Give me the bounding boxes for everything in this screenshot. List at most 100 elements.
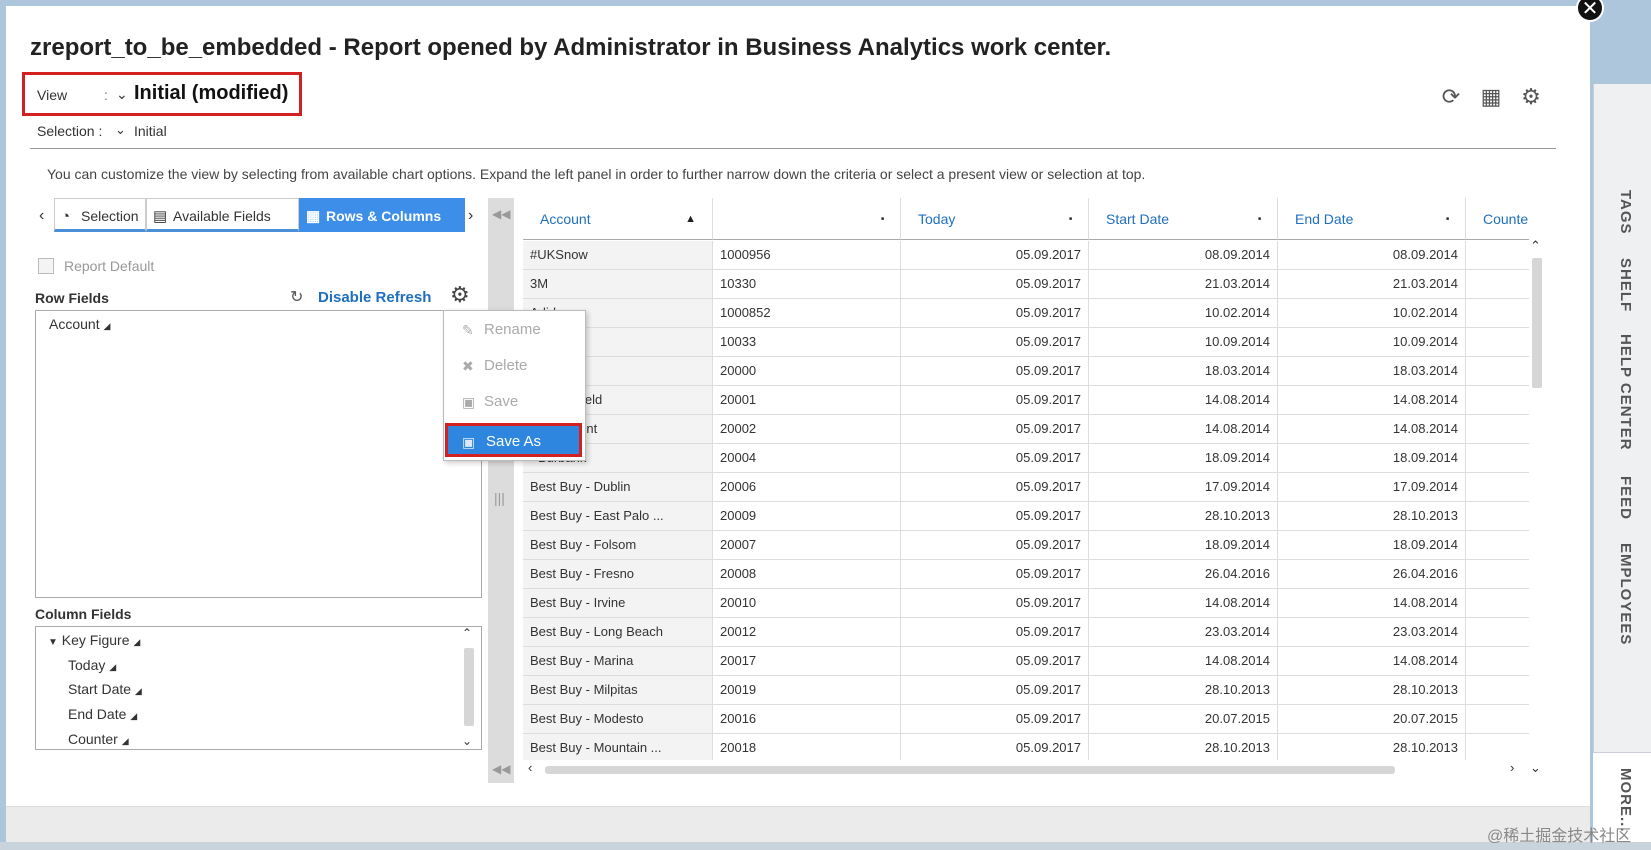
table-cell[interactable]: 20002 (713, 415, 901, 444)
rail-item-shelf[interactable]: SHELF (1617, 258, 1634, 312)
list-item[interactable]: End Date ◢ (68, 706, 137, 722)
drag-handle-icon[interactable]: ||| (494, 490, 505, 506)
table-cell[interactable]: 28.10.2013 (1089, 502, 1278, 531)
table-cell[interactable]: 18.09.2014 (1089, 444, 1278, 473)
table-cell[interactable] (1466, 705, 1529, 734)
refresh-icon[interactable]: ↻ (290, 287, 303, 307)
table-cell[interactable]: 10.02.2014 (1278, 299, 1466, 328)
table-cell[interactable]: 05.09.2017 (901, 705, 1089, 734)
table-cell[interactable] (1466, 676, 1529, 705)
menu-item-delete[interactable]: ✖ Delete (444, 349, 585, 383)
rail-item-help-center[interactable]: HELP CENTER (1617, 334, 1634, 451)
chevron-down-icon[interactable]: ⌄ (116, 86, 128, 103)
scroll-up-icon[interactable]: ⌃ (1530, 238, 1541, 254)
tab-next-icon[interactable]: › (468, 207, 473, 225)
table-icon[interactable]: ▦ (1478, 84, 1504, 110)
table-cell[interactable]: 05.09.2017 (901, 299, 1089, 328)
table-cell[interactable]: 20016 (713, 705, 901, 734)
table-cell[interactable]: Best Buy - Modesto (523, 705, 713, 734)
table-cell[interactable]: 26.04.2016 (1089, 560, 1278, 589)
disable-refresh-link[interactable]: Disable Refresh (318, 289, 431, 306)
table-cell[interactable]: 10330 (713, 270, 901, 299)
table-cell[interactable]: 20004 (713, 444, 901, 473)
table-horizontal-scrollbar[interactable] (545, 766, 1395, 774)
table-cell[interactable]: 14.08.2014 (1278, 415, 1466, 444)
table-cell[interactable]: 05.09.2017 (901, 357, 1089, 386)
table-vertical-scrollbar[interactable] (1532, 258, 1542, 388)
list-item[interactable]: Account ◢ (49, 316, 110, 332)
table-cell[interactable]: 20006 (713, 473, 901, 502)
rail-item-employees[interactable]: EMPLOYEES (1617, 543, 1634, 645)
table-cell[interactable]: 26.04.2016 (1278, 560, 1466, 589)
table-cell[interactable]: 20018 (713, 734, 901, 760)
scroll-right-icon[interactable]: › (1510, 760, 1514, 775)
table-cell[interactable]: 05.09.2017 (901, 270, 1089, 299)
table-cell[interactable]: 18.09.2014 (1089, 531, 1278, 560)
table-cell[interactable]: 05.09.2017 (901, 502, 1089, 531)
column-header[interactable]: Start Date ■ (1089, 198, 1278, 240)
tab-rows-columns[interactable]: ▦ Rows & Columns (299, 198, 465, 232)
table-cell[interactable]: 21.03.2014 (1089, 270, 1278, 299)
table-cell[interactable]: 05.09.2017 (901, 386, 1089, 415)
table-cell[interactable]: 14.08.2014 (1278, 647, 1466, 676)
selection-select[interactable]: Initial (134, 123, 167, 139)
column-menu-icon[interactable]: ■ (881, 198, 884, 240)
table-cell[interactable]: 20010 (713, 589, 901, 618)
table-cell[interactable] (1466, 473, 1529, 502)
table-cell[interactable] (1466, 386, 1529, 415)
gear-icon[interactable]: ⚙ (450, 282, 470, 308)
table-cell[interactable] (1466, 502, 1529, 531)
table-cell[interactable]: 20.07.2015 (1278, 705, 1466, 734)
table-cell[interactable]: Best Buy - Mountain ... (523, 734, 713, 760)
table-cell[interactable]: 18.03.2014 (1278, 357, 1466, 386)
table-cell[interactable]: 21.03.2014 (1278, 270, 1466, 299)
table-cell[interactable]: 23.03.2014 (1089, 618, 1278, 647)
table-cell[interactable]: 08.09.2014 (1089, 241, 1278, 270)
table-cell[interactable]: 18.09.2014 (1278, 531, 1466, 560)
table-cell[interactable]: Best Buy - Long Beach (523, 618, 713, 647)
table-cell[interactable]: 1000852 (713, 299, 901, 328)
column-fields-scrollbar[interactable] (464, 648, 474, 726)
column-menu-icon[interactable]: ■ (1446, 198, 1449, 240)
table-cell[interactable] (1466, 299, 1529, 328)
table-cell[interactable]: 14.08.2014 (1089, 589, 1278, 618)
table-cell[interactable] (1466, 444, 1529, 473)
column-header[interactable]: Counte (1466, 198, 1529, 240)
menu-item-save[interactable]: ▣ Save (444, 385, 585, 419)
scroll-down-icon[interactable]: ⌄ (462, 734, 472, 748)
table-cell[interactable]: 05.09.2017 (901, 560, 1089, 589)
refresh-icon[interactable]: ⟳ (1438, 84, 1464, 110)
report-default-checkbox[interactable] (38, 258, 54, 274)
table-cell[interactable] (1466, 415, 1529, 444)
table-cell[interactable]: 28.10.2013 (1278, 502, 1466, 531)
table-cell[interactable]: 10.09.2014 (1089, 328, 1278, 357)
table-cell[interactable]: 10.02.2014 (1089, 299, 1278, 328)
column-header[interactable]: Today ■ (901, 198, 1089, 240)
menu-item-save-as[interactable]: ▣ Save As (445, 423, 582, 457)
gear-icon[interactable]: ⚙ (1518, 84, 1544, 110)
scroll-up-icon[interactable]: ⌃ (462, 626, 472, 640)
table-cell[interactable]: 05.09.2017 (901, 618, 1089, 647)
row-fields-list[interactable] (35, 310, 482, 598)
list-item[interactable]: ▼ Key Figure ◢ (48, 632, 140, 648)
list-item[interactable]: Today ◢ (68, 657, 116, 673)
menu-item-rename[interactable]: ✎ Rename (444, 313, 585, 347)
table-cell[interactable]: 05.09.2017 (901, 241, 1089, 270)
table-cell[interactable]: Best Buy - Irvine (523, 589, 713, 618)
table-cell[interactable]: Best Buy - Marina (523, 647, 713, 676)
table-cell[interactable] (1466, 241, 1529, 270)
table-cell[interactable]: 05.09.2017 (901, 444, 1089, 473)
rail-item-tags[interactable]: TAGS (1617, 190, 1634, 235)
table-cell[interactable]: Best Buy - Milpitas (523, 676, 713, 705)
table-cell[interactable]: Best Buy - East Palo ... (523, 502, 713, 531)
table-cell[interactable]: 18.03.2014 (1089, 357, 1278, 386)
table-cell[interactable] (1466, 647, 1529, 676)
table-cell[interactable]: Best Buy - Fresno (523, 560, 713, 589)
table-cell[interactable]: 20012 (713, 618, 901, 647)
table-cell[interactable]: 14.08.2014 (1089, 415, 1278, 444)
table-cell[interactable]: 14.08.2014 (1089, 647, 1278, 676)
column-menu-icon[interactable]: ■ (1258, 198, 1261, 240)
collapse-left-icon[interactable]: ◀◀ (492, 207, 510, 221)
table-cell[interactable] (1466, 270, 1529, 299)
table-cell[interactable]: 05.09.2017 (901, 531, 1089, 560)
